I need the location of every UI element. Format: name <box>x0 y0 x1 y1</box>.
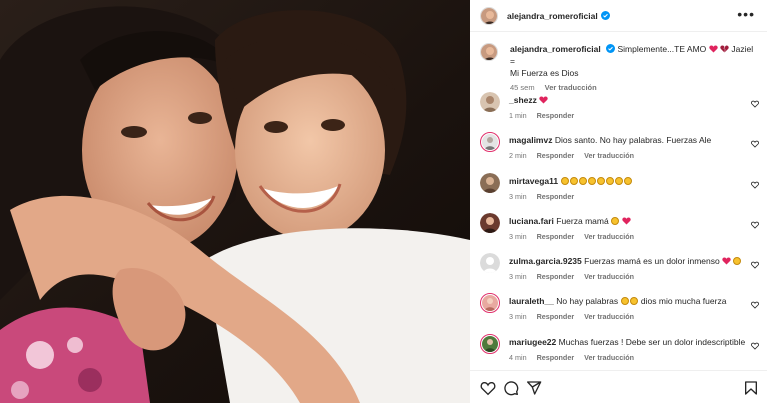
red-heart-emoji-icon <box>539 96 548 104</box>
comment-text: Fuerzas mamá es un dolor inmenso <box>584 256 720 267</box>
comment-username[interactable]: luciana.fari <box>509 216 554 226</box>
comment-item: _shezz 1 min Responder <box>480 92 767 132</box>
comment-item: magalimvz Dios santo. No hay palabras. F… <box>480 132 767 172</box>
clapping-hands-emoji-icon <box>620 297 629 306</box>
comment-text: Dios santo. No hay palabras. Fuerzas Ale <box>554 135 712 146</box>
sad-face-emoji-icon <box>629 297 638 306</box>
share-icon[interactable] <box>526 380 542 396</box>
sad-face-emoji-icon <box>587 176 596 185</box>
red-heart-emoji-icon <box>722 257 731 265</box>
save-icon[interactable] <box>743 380 759 396</box>
comment-avatar[interactable] <box>480 212 500 233</box>
translate-link[interactable]: Ver traducción <box>584 353 634 362</box>
comment-text: No hay palabras <box>556 296 619 307</box>
comment-time: 3 min <box>509 191 527 201</box>
reply-link[interactable]: Responder <box>537 192 575 201</box>
comment-like-icon[interactable] <box>751 342 759 350</box>
comment-avatar[interactable] <box>480 92 500 112</box>
comment-avatar[interactable] <box>480 333 500 354</box>
caption-username[interactable]: alejandra_romeroficial <box>510 44 601 54</box>
comment-avatar[interactable] <box>480 172 500 193</box>
post-caption: alejandra_romeroficial Simplemente...TE … <box>480 43 760 94</box>
translate-link[interactable]: Ver traducción <box>584 272 634 281</box>
comment-item: mariugee22 Muchas fuerzas ! Debe ser un … <box>480 333 767 374</box>
comment-username[interactable]: mariugee22 <box>509 337 556 347</box>
translate-link[interactable]: Ver traducción <box>584 232 634 241</box>
comment-time: 4 min <box>509 352 527 362</box>
sad-face-emoji-icon <box>611 216 620 225</box>
comment-text-after: dios mio mucha fuerza <box>640 296 727 307</box>
comment-item: zulma.garcia.9235 Fuerzas mamá es un dol… <box>480 253 767 293</box>
red-heart-emoji-icon <box>622 217 632 225</box>
reply-link[interactable]: Responder <box>537 272 575 281</box>
comment-text: Muchas fuerzas ! Debe ser un dolor indes… <box>558 336 746 347</box>
author-username[interactable]: alejandra_romeroficial <box>507 11 598 21</box>
comment-like-icon[interactable] <box>751 100 759 108</box>
comment-avatar[interactable] <box>480 253 500 274</box>
comment-username[interactable]: zulma.garcia.9235 <box>509 256 582 266</box>
verified-icon <box>606 44 616 53</box>
post-header: alejandra_romeroficial ••• <box>470 0 767 32</box>
sad-face-emoji-icon <box>560 176 569 185</box>
comment-like-icon[interactable] <box>751 261 759 269</box>
instagram-post-modal: alejandra_romeroficial ••• alejandra_rom… <box>0 0 767 403</box>
sad-face-emoji-icon <box>605 176 614 185</box>
like-icon[interactable] <box>480 380 496 396</box>
comment-username[interactable]: mirtavega11 <box>509 176 558 186</box>
sad-face-emoji-icon <box>733 257 742 266</box>
comment-like-icon[interactable] <box>751 221 759 229</box>
comment-list: _shezz 1 min Responder magalimvz Dios sa… <box>480 92 767 374</box>
author-avatar[interactable] <box>480 6 498 25</box>
comment-text: Fuerza mamá <box>556 215 609 226</box>
caption-text-3: Mi Fuerza es Dios <box>510 68 579 78</box>
translate-link[interactable]: Ver traducción <box>584 151 634 160</box>
comment-like-icon[interactable] <box>751 181 759 189</box>
broken-heart-emoji-icon <box>720 45 729 53</box>
comment-item: mirtavega11 3 min Responder <box>480 172 767 213</box>
post-photo <box>0 0 470 403</box>
reply-link[interactable]: Responder <box>537 353 575 362</box>
post-action-bar <box>470 370 767 403</box>
sad-face-emoji-icon <box>614 176 623 185</box>
comment-avatar[interactable] <box>480 293 500 314</box>
reply-link[interactable]: Responder <box>537 151 575 160</box>
caption-avatar[interactable] <box>480 43 498 61</box>
comment-time: 3 min <box>509 272 527 282</box>
reply-link[interactable]: Responder <box>537 232 575 241</box>
comment-avatar[interactable] <box>480 132 500 153</box>
comment-time: 3 min <box>509 231 527 241</box>
sad-face-emoji-icon <box>596 176 605 185</box>
post-sidebar: alejandra_romeroficial ••• alejandra_rom… <box>470 0 767 403</box>
comment-username[interactable]: lauraleth__ <box>509 296 554 306</box>
verified-icon <box>600 11 610 20</box>
comment-item: lauraleth__ No hay palabras dios mio muc… <box>480 293 767 333</box>
sad-face-emoji-icon <box>623 176 632 185</box>
comment-icon[interactable] <box>503 380 519 396</box>
comment-username[interactable]: _shezz <box>509 95 537 105</box>
translate-link[interactable]: Ver traducción <box>584 312 634 321</box>
reply-link[interactable]: Responder <box>537 111 575 120</box>
sad-face-emoji-icon <box>569 176 578 185</box>
caption-text: Simplemente...TE AMO <box>617 44 707 54</box>
sad-face-emoji-icon <box>578 176 587 185</box>
comment-time: 2 min <box>509 151 527 161</box>
comment-time: 1 min <box>509 111 527 120</box>
post-image <box>0 0 470 403</box>
comment-username[interactable]: magalimvz <box>509 135 552 145</box>
comment-time: 3 min <box>509 312 527 322</box>
reply-link[interactable]: Responder <box>537 312 575 321</box>
comment-like-icon[interactable] <box>751 140 759 148</box>
comment-item: luciana.fari Fuerza mamá 3 min Responder… <box>480 212 767 253</box>
more-icon[interactable]: ••• <box>737 7 755 21</box>
red-heart-emoji-icon <box>708 45 718 53</box>
comment-like-icon[interactable] <box>751 301 759 310</box>
